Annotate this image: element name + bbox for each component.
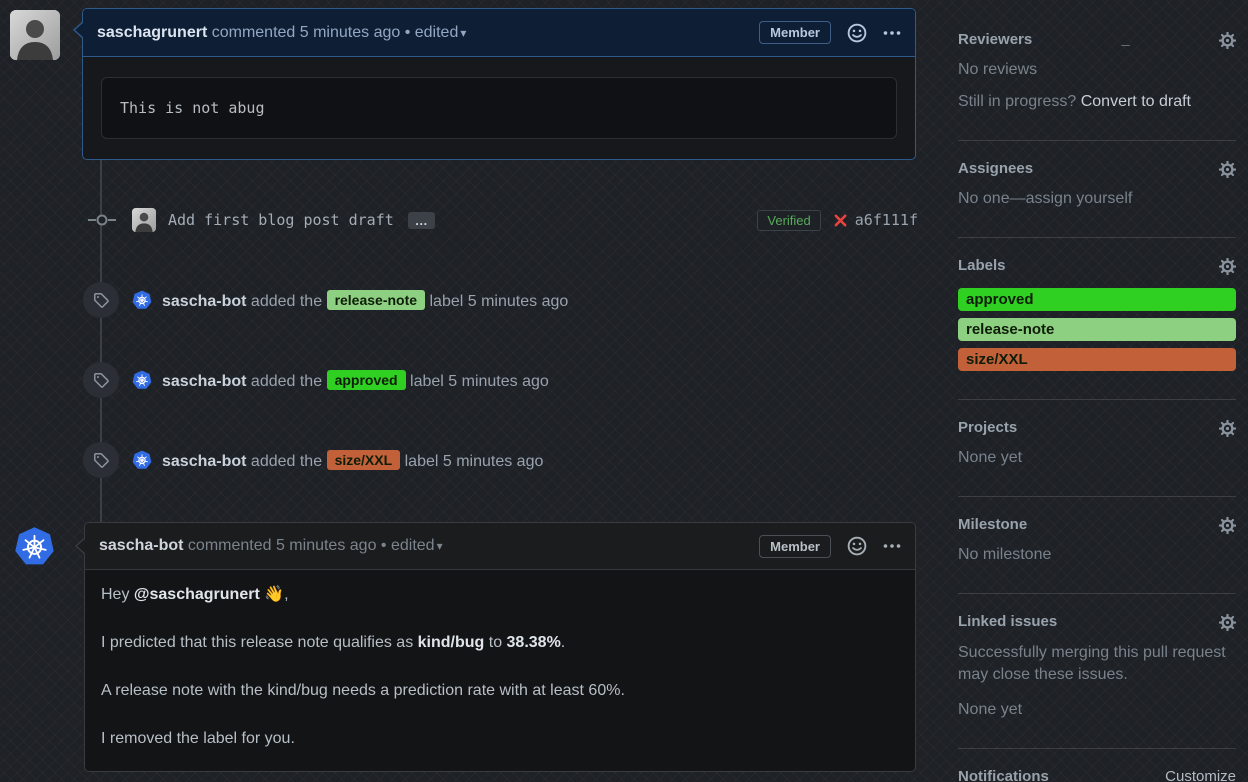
divider — [958, 593, 1236, 594]
member-badge: Member — [759, 534, 831, 558]
sidebar-label-approved[interactable]: approved — [958, 288, 1236, 311]
avatar-sascha-bot[interactable] — [132, 370, 152, 390]
label-chip[interactable]: approved — [326, 369, 406, 390]
linked-issues-empty: None yet — [958, 701, 1023, 718]
sidebar-label-release-note[interactable]: release-note — [958, 318, 1236, 341]
event-text: sascha-bot added the release-note label … — [162, 289, 569, 310]
commit-message[interactable]: Add first blog post draft — [168, 211, 394, 229]
comment-sascha-bot: sascha-bot commented 5 minutes ago • edi… — [75, 522, 916, 772]
projects-title: Projects — [958, 419, 1018, 436]
sidebar-section-assignees: Assignees No one—assign yourself — [958, 159, 1236, 209]
wave-emoji: 👋, — [259, 586, 289, 603]
comment-header: sascha-bot commented 5 minutes ago • edi… — [85, 523, 915, 570]
linked-issues-title: Linked issues — [958, 613, 1058, 630]
member-badge: Member — [759, 21, 831, 44]
event-text: sascha-bot added the approved label 5 mi… — [162, 369, 549, 390]
label-event-row: sascha-bot added the release-note label … — [83, 282, 916, 318]
sidebar-label-size-xxl[interactable]: size/XXL — [958, 348, 1236, 371]
comment-paragraph: Hey @saschagrunert 👋, — [101, 586, 289, 603]
labels-title: Labels — [958, 257, 1006, 274]
label-chip[interactable]: size/XXL — [326, 449, 401, 470]
assignees-title: Assignees — [958, 160, 1034, 177]
chevron-down-icon[interactable]: ▾ — [460, 26, 466, 40]
comment-header: saschagrunert commented 5 minutes ago • … — [83, 9, 915, 57]
comment-paragraph: I removed the label for you. — [101, 730, 295, 747]
tag-icon — [83, 282, 119, 318]
comment-body: This is not abug — [83, 57, 915, 159]
gear-icon[interactable] — [1219, 517, 1236, 534]
git-commit-icon — [88, 214, 116, 226]
divider — [958, 237, 1236, 238]
projects-empty: None yet — [958, 449, 1023, 466]
commit-hash-link[interactable]: a6f111f — [855, 211, 918, 229]
emoji-reaction-icon[interactable] — [847, 23, 867, 43]
kebab-menu-icon[interactable] — [883, 537, 901, 555]
event-actor[interactable]: sascha-bot — [162, 373, 246, 390]
commit-event-row: Add first blog post draft … Verified a6f… — [88, 206, 918, 234]
mention-link[interactable]: @saschagrunert — [134, 586, 260, 603]
chevron-down-icon[interactable]: ▾ — [437, 539, 443, 553]
avatar-saschagrunert[interactable] — [10, 10, 60, 60]
linked-issues-desc: Successfully merging this pull request m… — [958, 644, 1226, 683]
label-chip[interactable]: release-note — [326, 289, 426, 310]
reviewers-title: Reviewers — [958, 31, 1033, 48]
sidebar: Reviewers _ No reviews Still in progress… — [958, 0, 1236, 782]
event-text: sascha-bot added the size/XXL label 5 mi… — [162, 449, 544, 470]
gear-icon[interactable] — [1219, 614, 1236, 631]
event-actor[interactable]: sascha-bot — [162, 453, 246, 470]
status-failed-x-icon[interactable] — [833, 213, 848, 228]
customize-link[interactable]: Customize — [1165, 767, 1236, 782]
sidebar-section-linked-issues: Linked issues Successfully merging this … — [958, 612, 1236, 720]
sidebar-section-projects: Projects None yet — [958, 418, 1236, 468]
commit-expander-button[interactable]: … — [407, 211, 435, 229]
comment-meta: commented 5 minutes ago • edited — [211, 23, 459, 41]
divider — [958, 748, 1236, 749]
tag-icon — [83, 442, 119, 478]
comment-author[interactable]: sascha-bot — [99, 537, 183, 555]
code-block: This is not abug — [101, 77, 897, 139]
tag-icon — [83, 362, 119, 398]
comment-paragraph: A release note with the kind/bug needs a… — [101, 682, 625, 699]
label-event-row: sascha-bot added the approved label 5 mi… — [83, 362, 916, 398]
divider — [958, 496, 1236, 497]
avatar-sascha-bot[interactable] — [132, 450, 152, 470]
comment-saschagrunert: saschagrunert commented 5 minutes ago • … — [73, 8, 916, 160]
sidebar-section-labels: Labels approved release-note size/XXL — [958, 256, 1236, 371]
verified-badge[interactable]: Verified — [757, 209, 821, 231]
divider — [958, 140, 1236, 141]
gear-icon[interactable] — [1219, 420, 1236, 437]
sidebar-section-milestone: Milestone No milestone — [958, 515, 1236, 565]
sidebar-section-reviewers: Reviewers _ No reviews Still in progress… — [958, 30, 1236, 112]
sidebar-section-notifications: Notifications Customize — [958, 767, 1236, 782]
emoji-reaction-icon[interactable] — [847, 536, 867, 556]
comment-paragraph: I predicted that this release note quali… — [101, 634, 566, 651]
gear-icon[interactable] — [1219, 32, 1236, 49]
comment-body: Hey @saschagrunert 👋, I predicted that t… — [85, 570, 915, 771]
comment-author[interactable]: saschagrunert — [97, 24, 207, 42]
avatar-sascha-bot-large[interactable] — [14, 526, 55, 567]
divider — [958, 399, 1236, 400]
kebab-menu-icon[interactable] — [883, 24, 901, 42]
gear-icon[interactable] — [1219, 161, 1236, 178]
comment-meta: commented 5 minutes ago • edited — [187, 537, 435, 554]
milestone-empty: No milestone — [958, 546, 1052, 563]
notifications-title: Notifications — [958, 768, 1049, 782]
avatar-sascha-bot[interactable] — [132, 290, 152, 310]
label-event-row: sascha-bot added the size/XXL label 5 mi… — [83, 442, 916, 478]
reviewers-empty: No reviews — [958, 61, 1038, 78]
convert-to-draft-link[interactable]: Convert to draft — [1081, 93, 1191, 110]
gear-icon[interactable] — [1219, 258, 1236, 275]
avatar-commit-author[interactable] — [132, 208, 156, 232]
event-actor[interactable]: sascha-bot — [162, 293, 246, 310]
milestone-title: Milestone — [958, 516, 1028, 533]
assignees-empty[interactable]: No one—assign yourself — [958, 189, 1236, 209]
